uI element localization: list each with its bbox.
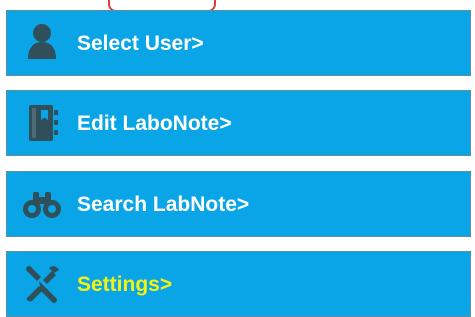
settings-label: Settings> [77,272,173,296]
binoculars-icon [19,181,65,227]
user-icon [19,20,65,66]
main-menu: Select User> Edit LaboNote> Search LabNo… [0,0,475,317]
edit-labonote-label: Edit LaboNote> [77,111,232,135]
tools-icon [19,261,65,307]
notebook-icon [19,100,65,146]
search-labnote-label: Search LabNote> [77,192,250,216]
select-user-button[interactable]: Select User> [6,10,471,76]
search-labnote-button[interactable]: Search LabNote> [6,171,471,237]
edit-labonote-button[interactable]: Edit LaboNote> [6,90,471,156]
select-user-label: Select User> [77,31,204,55]
settings-button[interactable]: Settings> [6,251,471,317]
